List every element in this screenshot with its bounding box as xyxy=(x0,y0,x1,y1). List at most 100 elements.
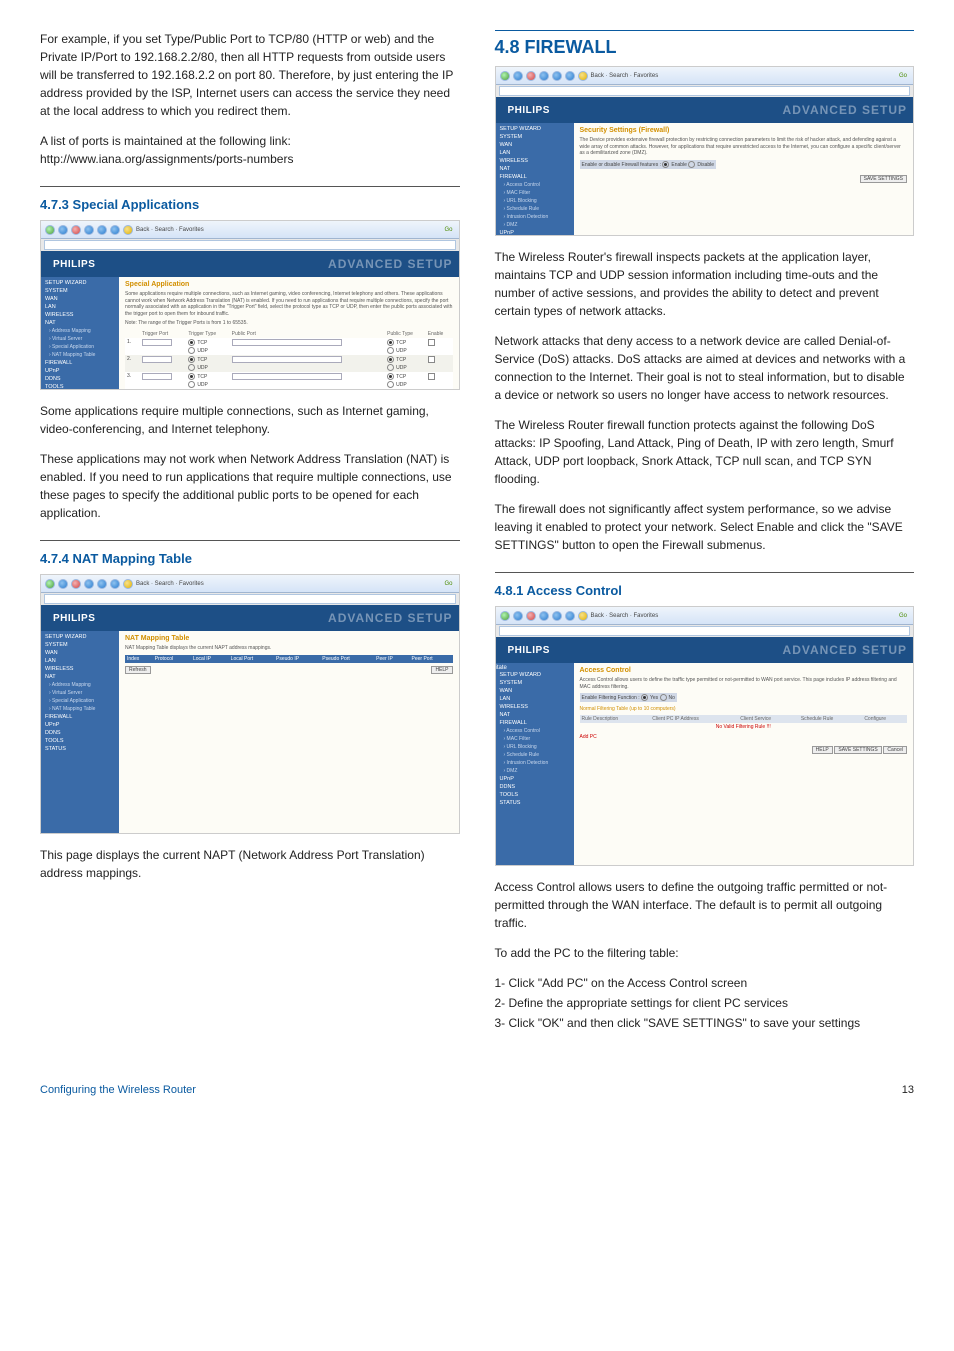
nav-status[interactable]: STATUS xyxy=(41,745,119,753)
ac-yes-radio[interactable] xyxy=(641,694,648,701)
nav-firewall[interactable]: FIREWALL xyxy=(496,719,574,727)
nav-lan[interactable]: LAN xyxy=(41,657,119,665)
ac-save-button[interactable]: SAVE SETTINGS xyxy=(834,746,881,754)
nav-upnp[interactable]: UPnP xyxy=(41,367,119,375)
ie-favorites-icon[interactable] xyxy=(578,71,588,81)
nav-setup-wizard[interactable]: SETUP WIZARD xyxy=(496,125,574,133)
ie-home-icon[interactable] xyxy=(552,71,562,81)
trig-tcp-radio[interactable] xyxy=(188,373,195,380)
ie-favorites-icon[interactable] xyxy=(578,611,588,621)
ie-refresh-icon[interactable] xyxy=(539,71,549,81)
ie-fwd-icon[interactable] xyxy=(58,579,68,589)
help-button[interactable]: HELP xyxy=(431,666,452,674)
nav-firewall[interactable]: FIREWALL xyxy=(41,359,119,367)
nav-fw-access[interactable]: › Access Control xyxy=(496,181,574,189)
pub-udp-radio[interactable] xyxy=(387,347,394,354)
nav-wireless[interactable]: WIRELESS xyxy=(41,311,119,319)
nav-nat-mapping[interactable]: › NAT Mapping Table xyxy=(41,705,119,713)
public-port-input[interactable] xyxy=(232,339,342,346)
nav-tools[interactable]: TOOLS xyxy=(41,737,119,745)
nav-wireless[interactable]: WIRELESS xyxy=(41,665,119,673)
nav-setup-wizard[interactable]: SETUP WIZARD xyxy=(41,279,119,287)
nav-nat-specialapp[interactable]: › Special Application xyxy=(41,697,119,705)
nav-nat-addrmap[interactable]: › Address Mapping xyxy=(41,681,119,689)
nav-fw-sched[interactable]: › Schedule Rule xyxy=(496,205,574,213)
nav-nat[interactable]: NAT xyxy=(496,711,574,719)
nav-fw-dmz[interactable]: › DMZ xyxy=(496,767,574,775)
nav-status[interactable]: STATUS xyxy=(496,799,574,807)
ac-help-button[interactable]: HELP xyxy=(812,746,833,754)
public-port-input[interactable] xyxy=(232,356,342,363)
public-port-input[interactable] xyxy=(232,373,342,380)
ie-refresh-icon[interactable] xyxy=(539,611,549,621)
nav-tools[interactable]: TOOLS xyxy=(496,791,574,799)
fw-save-button[interactable]: SAVE SETTINGS xyxy=(860,175,907,183)
ie-back-icon[interactable] xyxy=(500,71,510,81)
nav-nat-addrmap[interactable]: › Address Mapping xyxy=(41,327,119,335)
ie-home-icon[interactable] xyxy=(97,225,107,235)
ie-search-icon[interactable] xyxy=(565,71,575,81)
go-button[interactable]: Go xyxy=(442,227,454,233)
trig-udp-radio[interactable] xyxy=(188,347,195,354)
refresh-button[interactable]: Refresh xyxy=(125,666,151,674)
nav-fw-mac[interactable]: › MAC Filter xyxy=(496,189,574,197)
nav-fw-url[interactable]: › URL Blocking xyxy=(496,743,574,751)
ie-favorites-icon[interactable] xyxy=(123,225,133,235)
ac-cancel-button[interactable]: Cancel xyxy=(883,746,907,754)
trig-udp-radio[interactable] xyxy=(188,381,195,388)
nav-fw-dmz[interactable]: › DMZ xyxy=(496,221,574,229)
trigger-port-input[interactable] xyxy=(142,339,172,346)
nav-fw-url[interactable]: › URL Blocking xyxy=(496,197,574,205)
nav-nat-specialapp[interactable]: › Special Application xyxy=(41,343,119,351)
ie-fwd-icon[interactable] xyxy=(58,225,68,235)
nav-nat-virtualserver[interactable]: › Virtual Server xyxy=(41,689,119,697)
ac-no-radio[interactable] xyxy=(660,694,667,701)
iana-link[interactable]: http://www.iana.org/assignments/ports-nu… xyxy=(40,152,293,166)
nav-upnp[interactable]: UPnP xyxy=(496,229,574,236)
nav-nat[interactable]: NAT xyxy=(41,673,119,681)
fw-enable-radio[interactable] xyxy=(662,161,669,168)
pub-udp-radio[interactable] xyxy=(387,364,394,371)
trig-tcp-radio[interactable] xyxy=(188,356,195,363)
trigger-port-input[interactable] xyxy=(142,356,172,363)
nav-fw-intr[interactable]: › Intrusion Detection xyxy=(496,759,574,767)
ie-stop-icon[interactable] xyxy=(71,579,81,589)
address-bar[interactable] xyxy=(44,240,456,250)
nav-system[interactable]: SYSTEM xyxy=(41,287,119,295)
nav-ddns[interactable]: DDNS xyxy=(496,783,574,791)
nav-setup-wizard[interactable]: SETUP WIZARD xyxy=(41,633,119,641)
go-button[interactable]: Go xyxy=(897,613,909,619)
ie-stop-icon[interactable] xyxy=(526,611,536,621)
pub-tcp-radio[interactable] xyxy=(387,339,394,346)
ie-refresh-icon[interactable] xyxy=(84,225,94,235)
trigger-port-input[interactable] xyxy=(142,373,172,380)
nav-nat-virtualserver[interactable]: › Virtual Server xyxy=(41,335,119,343)
nav-system[interactable]: SYSTEM xyxy=(41,641,119,649)
ie-favorites-icon[interactable] xyxy=(123,579,133,589)
nav-wireless[interactable]: WIRELESS xyxy=(496,703,574,711)
ie-stop-icon[interactable] xyxy=(71,225,81,235)
nav-system[interactable]: SYSTEM xyxy=(496,679,574,687)
nav-ddns[interactable]: DDNS xyxy=(41,729,119,737)
ie-fwd-icon[interactable] xyxy=(513,71,523,81)
nav-wan[interactable]: WAN xyxy=(496,141,574,149)
ie-search-icon[interactable] xyxy=(110,579,120,589)
nav-wireless[interactable]: WIRELESS xyxy=(496,157,574,165)
nav-setup-wizard[interactable]: SETUP WIZARD xyxy=(496,671,574,679)
ie-back-icon[interactable] xyxy=(45,225,55,235)
ie-refresh-icon[interactable] xyxy=(84,579,94,589)
enable-checkbox[interactable] xyxy=(428,339,435,346)
ie-back-icon[interactable] xyxy=(45,579,55,589)
nav-firewall[interactable]: FIREWALL xyxy=(496,173,574,181)
pub-tcp-radio[interactable] xyxy=(387,373,394,380)
ie-fwd-icon[interactable] xyxy=(513,611,523,621)
nav-nat-mapping[interactable]: › NAT Mapping Table xyxy=(41,351,119,359)
fw-disable-radio[interactable] xyxy=(688,161,695,168)
ie-search-icon[interactable] xyxy=(565,611,575,621)
go-button[interactable]: Go xyxy=(897,73,909,79)
ie-search-icon[interactable] xyxy=(110,225,120,235)
nav-nat[interactable]: NAT xyxy=(496,165,574,173)
trig-udp-radio[interactable] xyxy=(188,364,195,371)
nav-wan[interactable]: WAN xyxy=(41,649,119,657)
trig-tcp-radio[interactable] xyxy=(188,339,195,346)
